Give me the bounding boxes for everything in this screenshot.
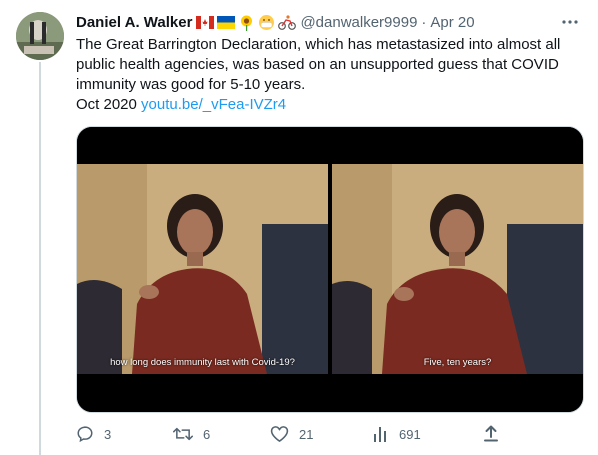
like-count: 21 [299,426,314,442]
media-grid: how long does immunity last with Covid-1… [76,126,584,413]
avatar-image [16,12,64,60]
share-button[interactable] [483,422,499,446]
video-still-1 [77,164,328,374]
subtitle-2: Five, ten years? [423,357,492,368]
author-name[interactable]: Daniel A. Walker [76,14,192,31]
views-chart-icon [374,427,386,442]
mask-face-icon [259,14,275,30]
canada-flag-icon [196,15,215,29]
cyclist-icon [278,14,297,30]
video-frame-1[interactable]: how long does immunity last with Covid-1… [77,127,328,412]
retweet-button[interactable]: 6 [173,422,210,446]
more-horizontal-icon [562,20,578,24]
author-emojis [196,14,297,31]
views-count: 691 [399,426,421,442]
reply-icon [77,426,93,443]
reply-button[interactable]: 3 [76,422,111,446]
thread-line [39,62,41,455]
avatar[interactable] [16,12,64,60]
author-handle[interactable]: @danwalker9999 [300,14,417,31]
heart-icon [270,426,289,442]
tweet-header: Daniel A. Walker @danwalker9999 · Apr 20 [76,12,578,32]
video-link[interactable]: youtu.be/_vFea-IVZr4 [141,96,286,113]
reply-count: 3 [104,426,112,442]
like-button[interactable]: 21 [270,422,313,446]
more-options-button[interactable] [560,12,580,32]
separator-dot: · [421,13,427,31]
note-prefix: Oct 2020 [76,96,137,113]
tweet-date[interactable]: Apr 20 [430,14,474,31]
sunflower-icon [241,15,253,31]
video-still-2 [332,164,583,374]
action-bar: 3 6 21 691 [76,422,506,446]
retweet-icon [173,427,193,441]
tweet-note: Oct 2020 youtu.be/_vFea-IVZr4 [76,95,576,115]
video-frame-2[interactable]: Five, ten years? [332,127,583,412]
tweet-body: The Great Barrington Declaration, which … [76,36,561,93]
retweet-count: 6 [203,426,211,442]
views-button[interactable]: 691 [373,422,421,446]
tweet-text: The Great Barrington Declaration, which … [76,35,576,115]
share-icon [484,425,498,442]
ukraine-flag-icon [217,15,236,29]
subtitle-1: how long does immunity last with Covid-1… [110,357,295,368]
